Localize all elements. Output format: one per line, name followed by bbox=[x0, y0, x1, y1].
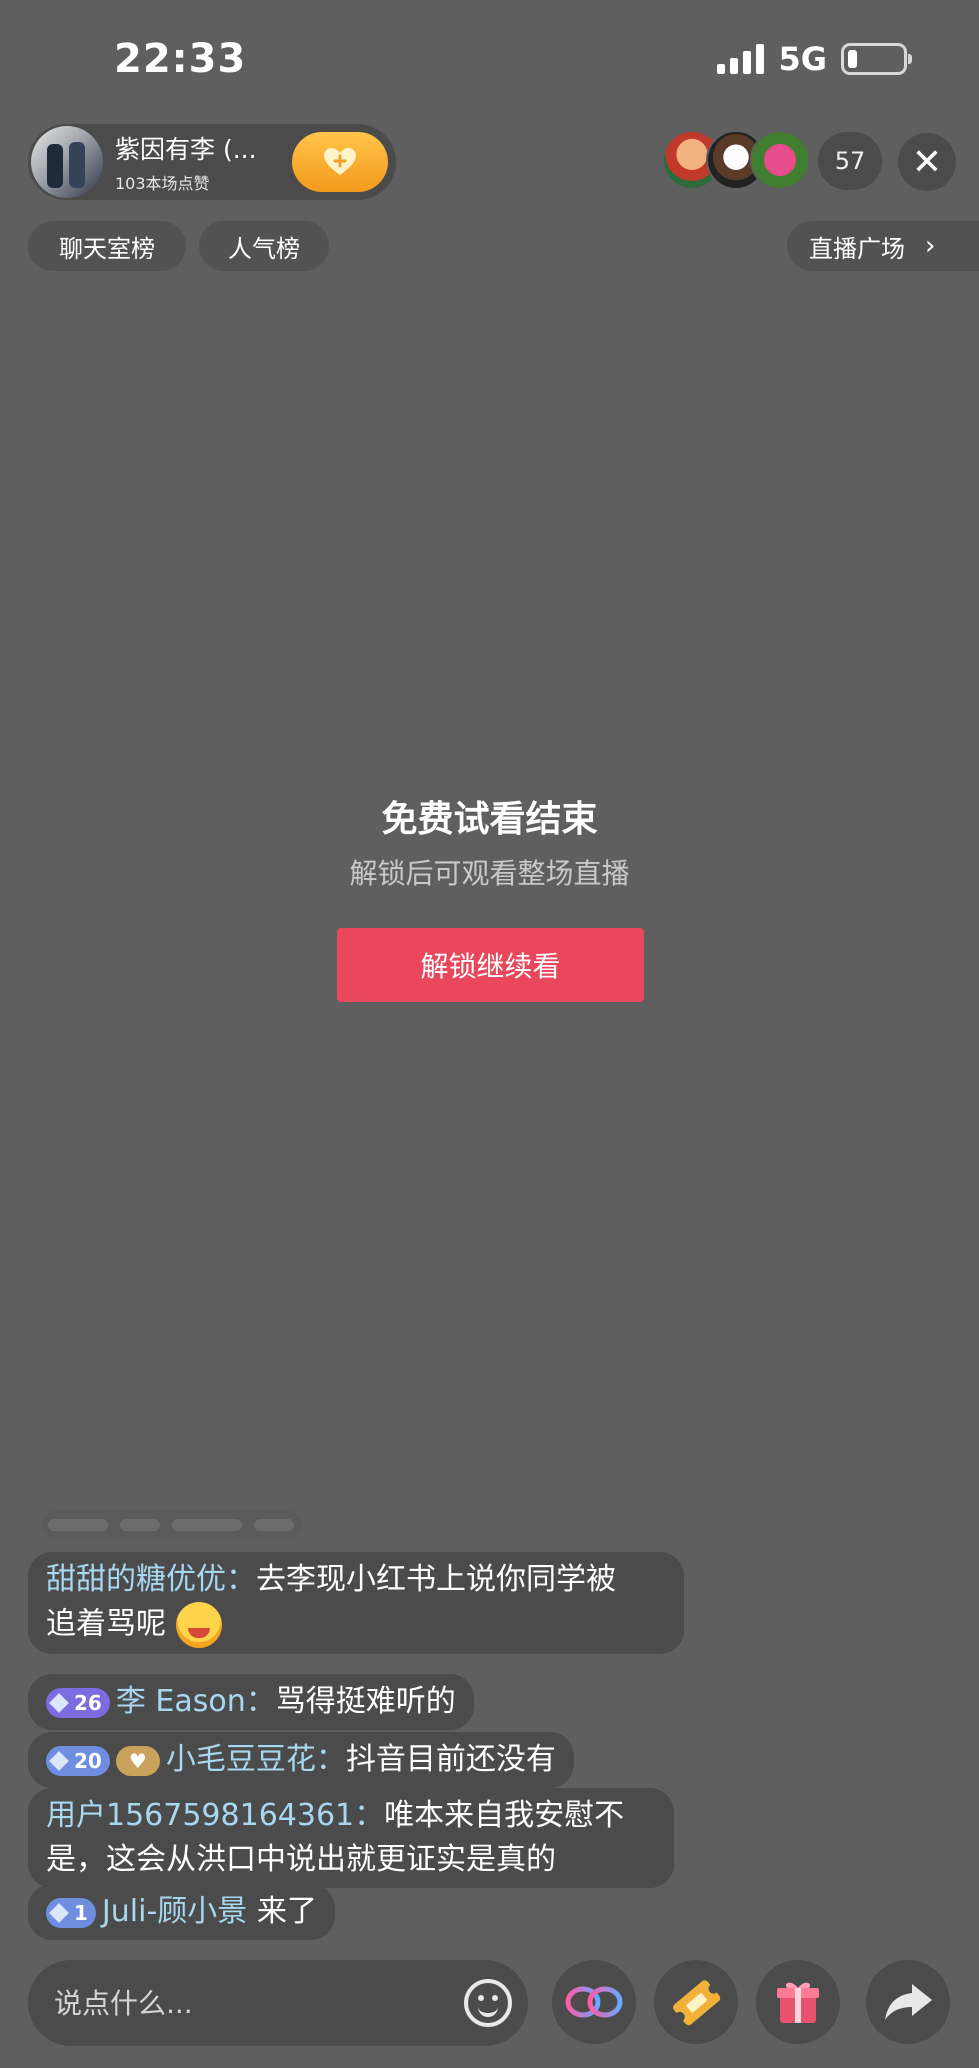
level-badge: 1 bbox=[46, 1897, 96, 1928]
smile-icon[interactable] bbox=[464, 1979, 512, 2027]
host-avatar[interactable] bbox=[31, 126, 103, 198]
comment-box[interactable] bbox=[28, 1960, 528, 2046]
live-plaza-button[interactable]: 直播广场 › bbox=[787, 221, 979, 271]
chat-nickname[interactable]: 小毛豆豆花： bbox=[166, 1742, 346, 1777]
chat-text: 追着骂呢 bbox=[46, 1606, 166, 1642]
diamond-icon bbox=[49, 1902, 69, 1923]
link-button[interactable] bbox=[552, 1960, 636, 2044]
laughing-emoji-icon bbox=[175, 1602, 222, 1648]
chat-text: 是，这会从洪口中说出就更证实是真的 bbox=[46, 1842, 556, 1877]
chat-message[interactable]: 20 ♥ 小毛豆豆花：抖音目前还没有 bbox=[28, 1732, 574, 1788]
status-time: 22:33 bbox=[114, 36, 247, 82]
level-number: 26 bbox=[74, 1690, 102, 1715]
trial-ended-subtitle: 解锁后可观看整场直播 bbox=[349, 857, 630, 890]
fan-ticket-button[interactable] bbox=[654, 1960, 738, 2044]
follow-button[interactable] bbox=[292, 132, 388, 192]
link-icon bbox=[565, 1986, 623, 2018]
chat-text: 去李现小红书上说你同学被 bbox=[256, 1562, 616, 1597]
chat-text: 来了 bbox=[256, 1894, 317, 1929]
status-indicators: 5G bbox=[717, 40, 912, 78]
chat-nickname[interactable]: 李 Eason： bbox=[116, 1684, 276, 1719]
host-name: 紫因有李 (... bbox=[115, 135, 257, 164]
live-plaza-label: 直播广场 bbox=[809, 234, 905, 263]
viewer-avatars[interactable] bbox=[662, 130, 810, 190]
level-badge: 20 bbox=[46, 1745, 110, 1776]
host-card[interactable]: 紫因有李 (... 103本场点赞 bbox=[28, 124, 396, 200]
chat-nickname[interactable]: 用户1567598164361： bbox=[46, 1798, 384, 1833]
battery-icon bbox=[841, 43, 912, 75]
chat-message[interactable]: 用户1567598164361：唯本来自我安慰不 是，这会从洪口中说出就更证实是… bbox=[28, 1788, 674, 1888]
network-type: 5G bbox=[778, 40, 827, 78]
chat-nickname[interactable]: 甜甜的糖优优： bbox=[46, 1562, 256, 1597]
signal-icon bbox=[717, 44, 765, 74]
chatroom-rank-tab[interactable]: 聊天室榜 bbox=[28, 221, 186, 271]
chat-text: 骂得挺难听的 bbox=[275, 1684, 456, 1719]
viewer-count[interactable]: 57 bbox=[818, 132, 882, 190]
level-number: 1 bbox=[74, 1900, 88, 1925]
chevron-right-icon: › bbox=[925, 231, 936, 261]
level-number: 20 bbox=[74, 1748, 102, 1773]
diamond-icon bbox=[49, 1750, 69, 1771]
heart-plus-icon bbox=[324, 148, 356, 175]
share-button[interactable] bbox=[866, 1960, 950, 2044]
popularity-rank-tab[interactable]: 人气榜 bbox=[199, 221, 329, 271]
faded-chat-message bbox=[42, 1510, 302, 1540]
level-badge: 26 bbox=[46, 1687, 110, 1718]
host-likes: 103本场点赞 bbox=[115, 174, 210, 193]
unlock-button[interactable]: 解锁继续看 bbox=[337, 928, 644, 1002]
chat-message[interactable]: 1 Juli-顾小景 来了 bbox=[28, 1884, 335, 1940]
trial-ended-title: 免费试看结束 bbox=[381, 799, 598, 840]
viewer-avatar[interactable] bbox=[750, 130, 810, 190]
ticket-icon bbox=[673, 1980, 721, 2026]
diamond-icon bbox=[49, 1692, 69, 1713]
close-button[interactable]: ✕ bbox=[898, 133, 956, 191]
chat-nickname[interactable]: Juli-顾小景 bbox=[102, 1894, 247, 1929]
chat-text: 抖音目前还没有 bbox=[345, 1742, 556, 1777]
share-icon bbox=[885, 1984, 932, 2020]
gift-button[interactable] bbox=[756, 1960, 840, 2044]
chat-text: 唯本来自我安慰不 bbox=[384, 1798, 625, 1833]
gift-icon bbox=[777, 1982, 819, 2023]
close-icon: ✕ bbox=[911, 141, 943, 183]
fan-heart-badge-icon: ♥ bbox=[115, 1745, 160, 1776]
chat-message[interactable]: 甜甜的糖优优：去李现小红书上说你同学被 追着骂呢 bbox=[28, 1552, 684, 1654]
comment-input[interactable] bbox=[54, 1986, 434, 2020]
chat-message[interactable]: 26 李 Eason：骂得挺难听的 bbox=[28, 1674, 474, 1730]
